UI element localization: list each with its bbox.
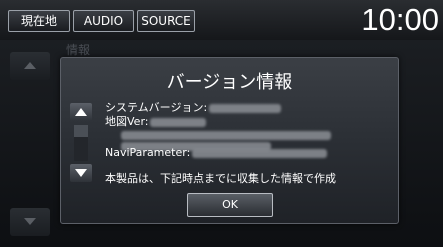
navi-parameter-label: NaviParameter:: [105, 146, 191, 159]
top-bar: 現在地 AUDIO SOURCE 10:00: [0, 0, 443, 41]
arrow-up-icon: [75, 108, 87, 116]
current-location-button[interactable]: 現在地: [8, 10, 70, 32]
clock: 10:00: [361, 2, 439, 37]
chevron-up-icon: [24, 62, 36, 69]
redacted-value: [192, 148, 328, 158]
dialog-scroll-up-button[interactable]: [70, 103, 92, 121]
dialog-scrollbar[interactable]: [74, 125, 88, 161]
redacted-value: [209, 103, 282, 113]
map-version-row: 地図Ver:: [105, 113, 207, 129]
navi-parameter-row: NaviParameter:: [105, 146, 328, 159]
background-scroll-down-button[interactable]: [10, 208, 50, 236]
notice-text: 本製品は、下記時点までに収集した情報で作成: [105, 172, 336, 185]
chevron-down-icon: [24, 218, 36, 225]
background-scroll-up-button[interactable]: [10, 52, 50, 80]
background-header: 情報: [66, 43, 91, 57]
version-info-dialog: バージョン情報 システムバージョン: 地図Ver: NaviParameter:…: [60, 57, 399, 224]
audio-button[interactable]: AUDIO: [73, 10, 134, 32]
source-button[interactable]: SOURCE: [137, 10, 195, 32]
redacted-value: [150, 117, 207, 127]
scrollbar-thumb[interactable]: [74, 125, 88, 137]
dialog-title: バージョン情報: [166, 72, 293, 93]
dialog-scroll-down-button[interactable]: [70, 164, 92, 182]
arrow-down-icon: [75, 169, 87, 177]
ok-button[interactable]: OK: [187, 193, 273, 217]
map-version-label: 地図Ver:: [105, 115, 149, 128]
